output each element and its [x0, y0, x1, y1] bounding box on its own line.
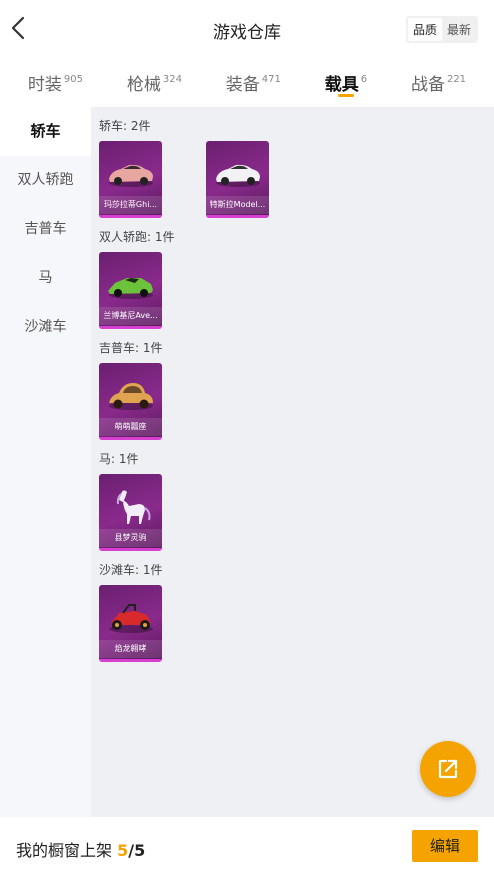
sidebar: 轿车 双人轿跑 吉普车 马 沙滩车 — [0, 107, 91, 817]
tab-label: 载具 — [324, 75, 359, 95]
edit-button[interactable]: 编辑 — [412, 830, 478, 862]
tab-count: 905 — [63, 74, 84, 85]
golden-beetle-car-image — [109, 383, 153, 410]
showcase-label: 我的橱窗上架 — [16, 841, 113, 860]
green-supercar-image — [108, 278, 153, 299]
tab-count: 6 — [360, 74, 368, 85]
category-tabs: 时装 905 枪械 324 装备 471 载具 6 战备 221 — [0, 58, 494, 106]
section-label-coupe: 双人轿跑: 1件 — [99, 230, 175, 244]
vehicle-name: 玛莎拉蒂Ghi... — [99, 196, 162, 214]
white-sedan-image — [216, 164, 260, 187]
sort-newest-button[interactable]: 最新 — [442, 18, 476, 41]
tab-label: 战备 — [410, 75, 445, 95]
vehicle-name: 萌萌瓢座 — [99, 418, 162, 436]
tab-supplies[interactable]: 战备 221 — [411, 58, 466, 95]
vehicle-name: 兰博基尼Ave... — [99, 307, 162, 325]
showcase-status: 我的橱窗上架 5/5 — [16, 837, 145, 861]
sidebar-item-sedan[interactable]: 轿车 — [0, 107, 91, 156]
tab-vehicles[interactable]: 载具 6 — [324, 58, 368, 97]
pink-sports-car-image — [109, 164, 153, 187]
section-label-jeep: 吉普车: 1件 — [99, 341, 163, 355]
tab-count: 324 — [162, 74, 182, 85]
section-label-horse: 马: 1件 — [99, 452, 139, 466]
sidebar-item-buggy[interactable]: 沙滩车 — [0, 303, 91, 352]
tab-label: 装备 — [225, 75, 260, 95]
tab-guns[interactable]: 枪械 324 — [127, 58, 182, 95]
share-button[interactable] — [420, 741, 476, 797]
header: 游戏仓库 品质 最新 — [0, 0, 494, 58]
vehicle-name: 特斯拉Model... — [206, 196, 269, 214]
showcase-total-count: 5 — [134, 841, 146, 860]
vehicle-card[interactable]: 焰龙翱哮 — [99, 585, 162, 662]
tab-fashion[interactable]: 时装 905 — [28, 58, 83, 95]
sidebar-item-jeep[interactable]: 吉普车 — [0, 205, 91, 254]
vehicle-card[interactable]: 兰博基尼Ave... — [99, 252, 162, 329]
sort-quality-button[interactable]: 品质 — [407, 18, 442, 41]
showcase-footer: 我的橱窗上架 5/5 编辑 — [0, 817, 494, 875]
vehicle-card[interactable]: 特斯拉Model... — [206, 141, 269, 218]
sort-toggle: 品质 最新 — [405, 16, 478, 43]
external-link-icon — [438, 759, 458, 779]
vehicle-list: 轿车: 2件 玛莎拉蒂Ghi... 特斯拉Model... 双人轿跑: 1件 兰… — [91, 107, 494, 817]
showcase-current-count: 5 — [117, 841, 129, 860]
red-buggy-image — [109, 604, 153, 633]
section-label-sedan: 轿车: 2件 — [99, 119, 151, 133]
vehicle-card[interactable]: 萌萌瓢座 — [99, 363, 162, 440]
tab-label: 时装 — [27, 75, 62, 95]
active-tab-indicator — [337, 94, 354, 97]
sidebar-item-horse[interactable]: 马 — [0, 254, 91, 303]
tab-count: 471 — [261, 74, 281, 85]
tab-count: 221 — [446, 74, 467, 85]
vehicle-card[interactable]: 县梦灵驹 — [99, 474, 162, 551]
vehicle-card[interactable]: 玛莎拉蒂Ghi... — [99, 141, 162, 218]
sidebar-item-coupe[interactable]: 双人轿跑 — [0, 156, 91, 205]
vehicle-name: 县梦灵驹 — [99, 529, 162, 547]
vehicle-name: 焰龙翱哮 — [99, 640, 162, 658]
tab-equipment[interactable]: 装备 471 — [226, 58, 281, 95]
white-horse-image — [116, 490, 151, 524]
section-label-buggy: 沙滩车: 1件 — [99, 563, 163, 577]
tab-label: 枪械 — [126, 75, 161, 95]
